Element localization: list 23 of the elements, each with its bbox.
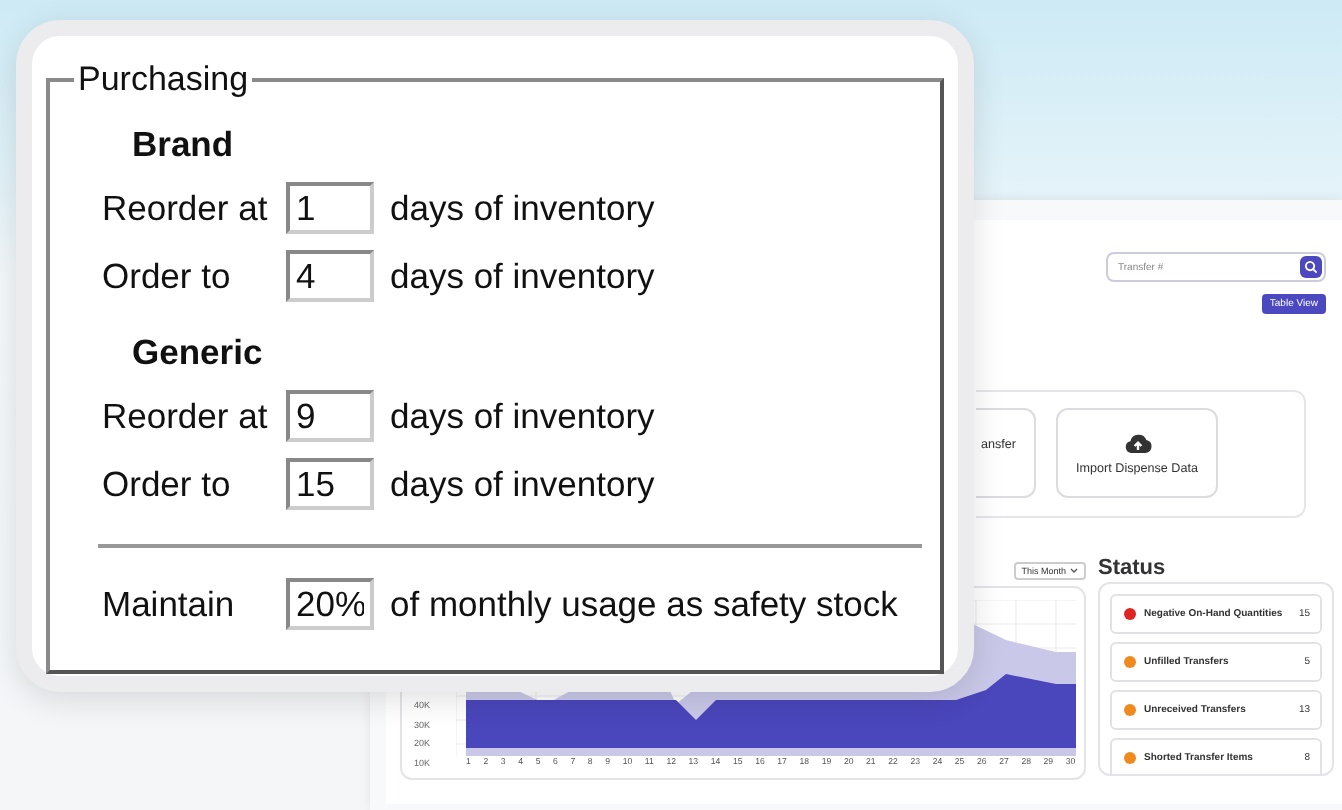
cloud-upload-icon xyxy=(1123,431,1151,453)
input-field[interactable]: 4 xyxy=(286,250,374,302)
field-label: Order to xyxy=(102,463,233,505)
search-icon xyxy=(1304,260,1318,274)
search-button[interactable] xyxy=(1300,256,1322,278)
field-label: Order to xyxy=(102,255,233,297)
field-suffix: days of inventory xyxy=(390,463,655,505)
field-label: Maintain xyxy=(102,583,237,625)
input-field[interactable]: 15 xyxy=(286,458,374,510)
field-suffix: days of inventory xyxy=(390,187,655,229)
field-suffix: of monthly usage as safety stock xyxy=(390,583,898,625)
chevron-down-icon xyxy=(1070,568,1078,574)
group-legend: Purchasing xyxy=(74,60,253,100)
field-label: Reorder at xyxy=(102,395,270,437)
section-heading: Generic xyxy=(132,330,265,376)
input-field[interactable]: 1 xyxy=(286,182,374,234)
field-suffix: days of inventory xyxy=(390,395,655,437)
input-field[interactable]: 20% xyxy=(286,578,374,630)
section-heading: Brand xyxy=(132,122,236,168)
field-suffix: days of inventory xyxy=(390,255,655,297)
field-label: Reorder at xyxy=(102,187,270,229)
status-title: Status xyxy=(1098,558,1168,582)
input-field[interactable]: 9 xyxy=(286,390,374,442)
